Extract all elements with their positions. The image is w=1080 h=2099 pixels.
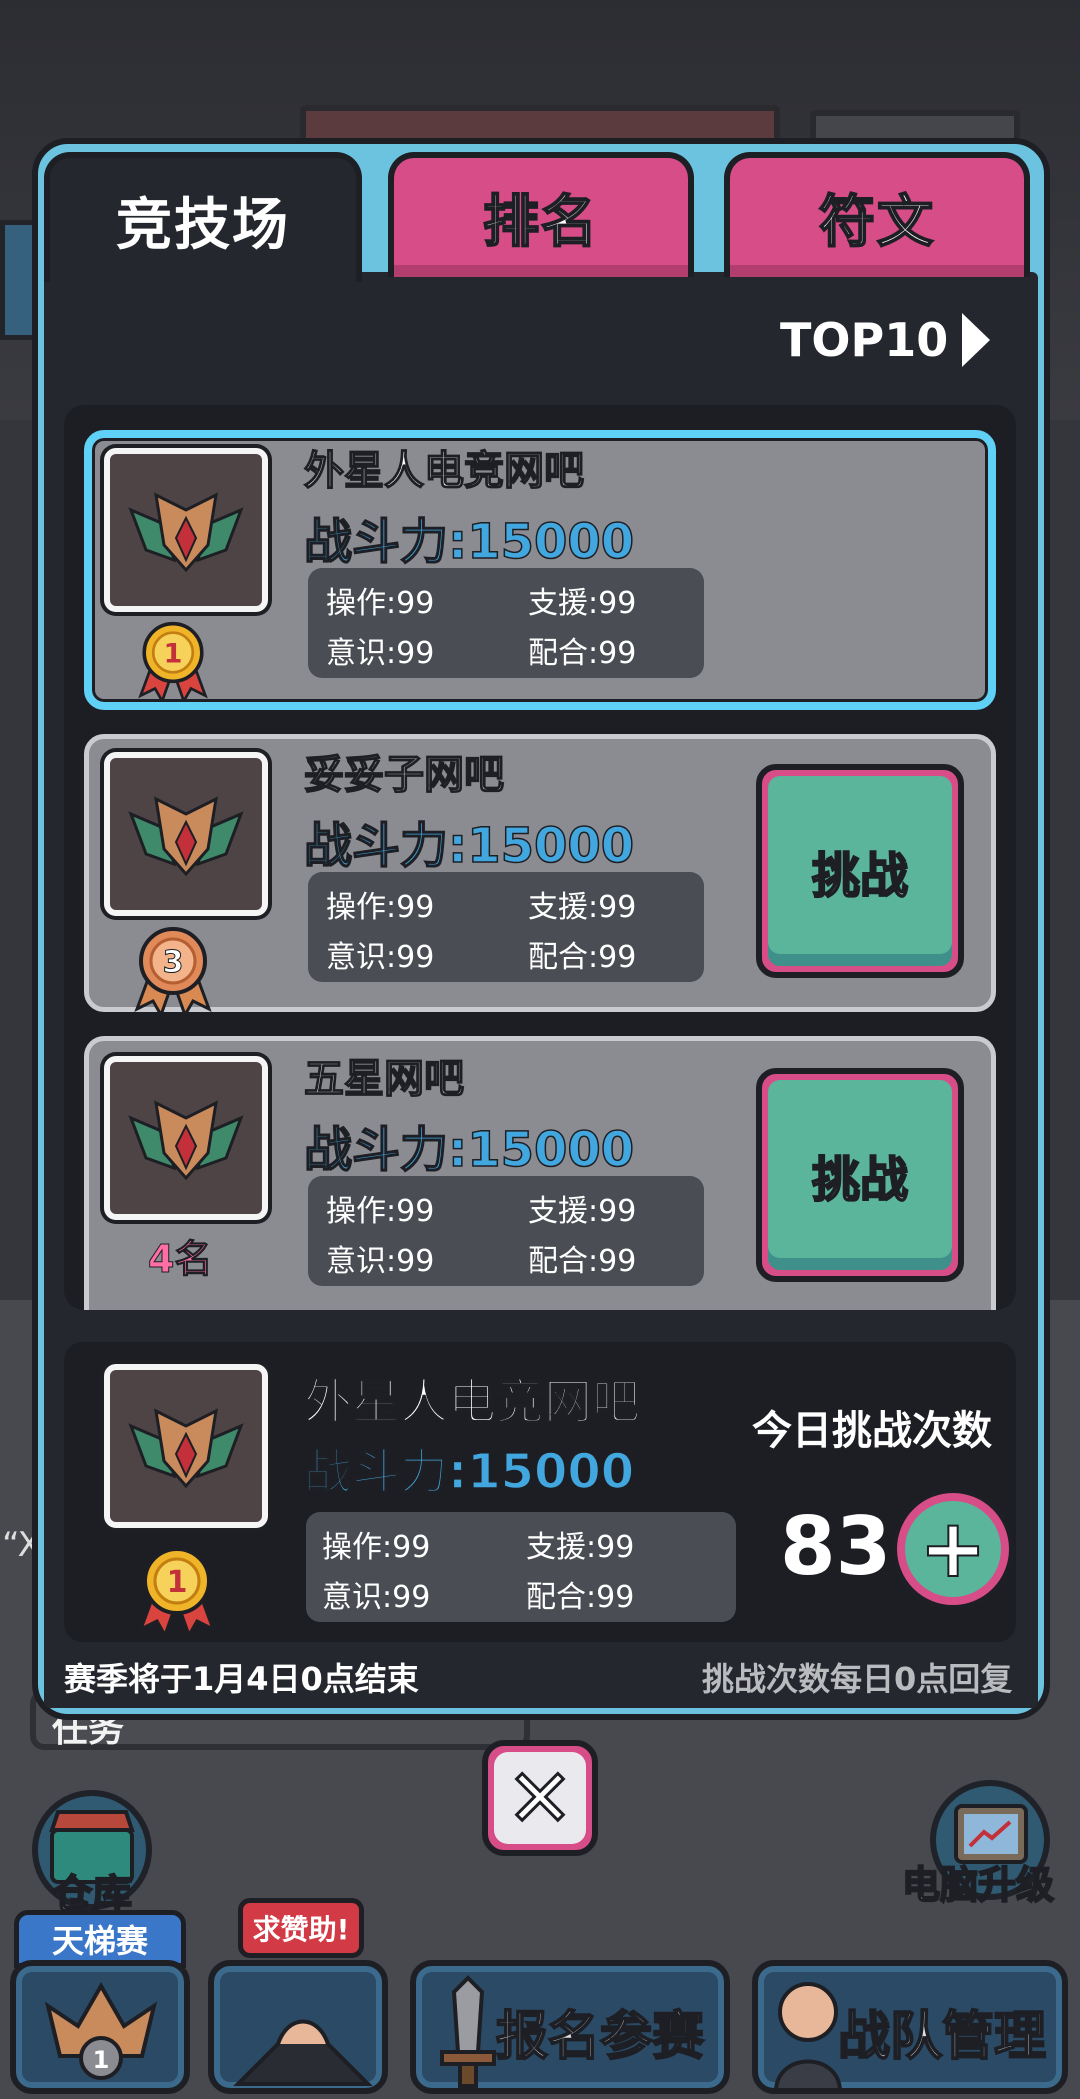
ladder-button[interactable]: 1 bbox=[10, 1960, 190, 2094]
team-name: 妥妥子网吧 bbox=[303, 751, 505, 799]
close-icon: ✕ bbox=[505, 1750, 575, 1846]
rank-medal-gold: 1 bbox=[128, 612, 218, 706]
stat-operate: 操作:99 bbox=[322, 1530, 431, 1565]
team-name: 五星网吧 bbox=[303, 1055, 465, 1103]
team-avatar bbox=[104, 752, 268, 916]
team-stats: 操作:99 支援:99 意识:99 配合:99 bbox=[308, 1176, 704, 1286]
top10-label: TOP10 bbox=[780, 313, 949, 367]
team-name: 外星人电竞网吧 bbox=[303, 447, 585, 495]
rank-number: 3 bbox=[163, 945, 184, 980]
stat-awareness: 意识:99 bbox=[326, 636, 435, 671]
stat-coordination: 配合:99 bbox=[528, 940, 637, 975]
challenge-count: 83 bbox=[780, 1500, 892, 1593]
challenge-button[interactable]: 挑战 bbox=[756, 1068, 964, 1282]
rank-number: 1 bbox=[167, 1565, 188, 1600]
close-button[interactable]: ✕ bbox=[482, 1740, 598, 1856]
my-team-avatar bbox=[104, 1364, 268, 1528]
top10-link[interactable]: TOP10 bbox=[780, 310, 991, 370]
add-challenges-button[interactable]: + bbox=[892, 1488, 1014, 1610]
my-team-stats: 操作:99 支援:99 意识:99 配合:99 bbox=[306, 1512, 736, 1622]
stat-coordination: 配合:99 bbox=[528, 636, 637, 671]
challenge-button-label: 挑战 bbox=[811, 847, 909, 905]
stat-support: 支援:99 bbox=[528, 586, 637, 621]
ladder-rank-number: 1 bbox=[93, 2046, 110, 2074]
challenge-button-label: 挑战 bbox=[811, 1151, 909, 1209]
team-power: 战斗力:15000 bbox=[303, 1121, 635, 1179]
stat-awareness: 意识:99 bbox=[326, 1244, 435, 1279]
crest-icon bbox=[129, 1409, 243, 1488]
handshake-icon bbox=[233, 2019, 373, 2086]
tab-runes-label: 符文 bbox=[818, 189, 935, 256]
season-end-text: 赛季将于1月4日0点结束 bbox=[64, 1660, 419, 1698]
team-power: 战斗力:15000 bbox=[303, 513, 635, 571]
reset-note-text: 挑战次数每日0点回复 bbox=[702, 1660, 1013, 1698]
my-team-name: 外星人电竞网吧 bbox=[303, 1373, 641, 1431]
stat-operate: 操作:99 bbox=[326, 586, 435, 621]
manager-avatar-icon bbox=[773, 1982, 843, 2092]
stat-operate: 操作:99 bbox=[326, 890, 435, 925]
crest-icon bbox=[129, 1101, 243, 1180]
signup-label: 报名参赛 bbox=[495, 2006, 705, 2068]
stat-coordination: 配合:99 bbox=[526, 1580, 635, 1615]
tab-runes[interactable]: 符文 bbox=[724, 152, 1030, 277]
plus-icon: + bbox=[905, 1501, 1001, 1597]
rank-label: 4名 bbox=[147, 1237, 213, 1282]
tab-ranking-label: 排名 bbox=[482, 189, 599, 256]
sponsor-tag: 求赞助! bbox=[238, 1898, 364, 1958]
tab-arena[interactable]: 竞技场 bbox=[44, 152, 362, 282]
tab-ranking[interactable]: 排名 bbox=[388, 152, 694, 277]
stat-coordination: 配合:99 bbox=[528, 1244, 637, 1279]
team-avatar bbox=[104, 448, 268, 612]
crest-icon bbox=[129, 797, 243, 876]
signup-button[interactable]: 报名参赛 bbox=[410, 1960, 730, 2094]
rank-medal-gold: 1 bbox=[132, 1536, 222, 1640]
team-power: 战斗力:15000 bbox=[303, 817, 635, 875]
rank-medal-bronze: 3 bbox=[128, 916, 218, 1020]
challenge-button[interactable]: 挑战 bbox=[756, 764, 964, 978]
team-stats: 操作:99 支援:99 意识:99 配合:99 bbox=[308, 568, 704, 678]
stat-support: 支援:99 bbox=[528, 890, 637, 925]
my-team-power: 战斗力:15000 bbox=[303, 1443, 635, 1501]
ladder-rank-icon: 1 bbox=[44, 1981, 158, 2080]
team-management-button[interactable]: 战队管理 bbox=[752, 1960, 1068, 2094]
today-challenges-label: 今日挑战次数 bbox=[752, 1408, 992, 1454]
sponsor-button[interactable] bbox=[208, 1960, 388, 2094]
team-management-label: 战队管理 bbox=[837, 2006, 1047, 2068]
stat-support: 支援:99 bbox=[526, 1530, 635, 1565]
chevron-right-icon bbox=[962, 313, 991, 367]
stat-awareness: 意识:99 bbox=[326, 940, 435, 975]
rank-number: 1 bbox=[164, 638, 183, 669]
team-avatar bbox=[104, 1056, 268, 1220]
crest-icon bbox=[129, 493, 243, 572]
tab-arena-label: 竞技场 bbox=[116, 192, 290, 258]
team-stats: 操作:99 支援:99 意识:99 配合:99 bbox=[308, 872, 704, 982]
stat-operate: 操作:99 bbox=[326, 1194, 435, 1229]
stat-awareness: 意识:99 bbox=[322, 1580, 431, 1615]
pc-upgrade-label: 电脑升级 bbox=[901, 1862, 1055, 1908]
stat-support: 支援:99 bbox=[528, 1194, 637, 1229]
